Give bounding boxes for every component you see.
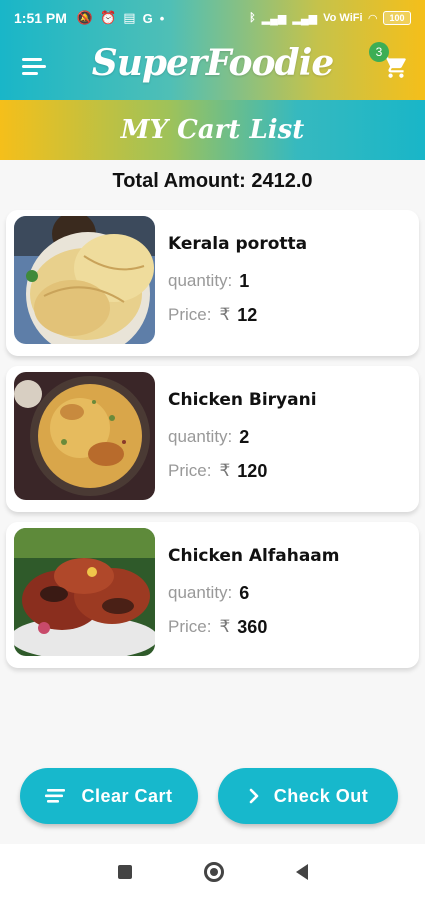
item-info: Kerala porotta quantity: 1 Price: ₹ 12 (168, 234, 307, 330)
rupee-icon: ₹ (219, 617, 231, 636)
checkout-label: Check Out (273, 785, 369, 806)
chevron-right-icon (249, 788, 259, 804)
price-label: Price: (168, 305, 212, 324)
page-title-bar: MY Cart List (0, 100, 425, 160)
google-icon: G (142, 10, 153, 26)
alarm-icon: ⏰ (100, 10, 117, 25)
home-icon[interactable] (203, 862, 224, 882)
system-nav-bar (0, 844, 425, 900)
quantity-label: quantity: (168, 583, 233, 602)
checkout-button[interactable]: Check Out (218, 768, 398, 824)
price-label: Price: (168, 461, 212, 480)
cart-button[interactable]: 3 (369, 42, 411, 78)
status-system-icons: ᛒ ▂▄▆ ▂▄▆ Vo WiFi ◠ 100 (249, 11, 411, 25)
price-value: 360 (237, 616, 268, 637)
wifi-icon: ◠ (368, 12, 377, 25)
status-bar: 1:51 PM 🔕 ⏰ ▤ G • ᛒ ▂▄▆ ▂▄▆ Vo WiFi ◠ 10… (0, 0, 425, 36)
battery-icon: 100 (383, 11, 411, 25)
page-title: MY Cart List (120, 115, 305, 145)
quantity-value: 1 (239, 270, 250, 291)
price-row: Price: ₹ 12 (168, 300, 307, 330)
cart-count-badge: 3 (369, 42, 389, 62)
quantity-label: quantity: (168, 427, 233, 446)
cart-item-list: Kerala porotta quantity: 1 Price: ₹ 12 C… (6, 210, 419, 678)
total-amount: Total Amount: 2412.0 (112, 170, 313, 192)
clear-list-icon (45, 789, 66, 803)
quantity-row: quantity: 6 (168, 578, 340, 608)
quantity-value: 6 (239, 582, 250, 603)
status-time: 1:51 PM (14, 10, 67, 26)
brand-logo: SuperFoodie (91, 42, 335, 84)
item-name: Chicken Alfahaam (168, 546, 340, 566)
message-icon: ▤ (123, 10, 136, 25)
network-label: Vo WiFi (323, 12, 363, 24)
item-name: Chicken Biryani (168, 390, 317, 410)
signal-icon: ▂▄▆ (261, 12, 287, 25)
dot-icon: • (159, 10, 165, 26)
item-info: Chicken Alfahaam quantity: 6 Price: ₹ 36… (168, 546, 340, 642)
food-image (14, 216, 155, 344)
food-image (14, 528, 155, 656)
quantity-label: quantity: (168, 271, 233, 290)
price-row: Price: ₹ 360 (168, 612, 340, 642)
price-value: 12 (237, 304, 258, 325)
quantity-value: 2 (239, 426, 250, 447)
cart-item-card[interactable]: Chicken Alfahaam quantity: 6 Price: ₹ 36… (6, 522, 419, 668)
clear-cart-label: Clear Cart (81, 785, 173, 806)
silent-bell-icon: 🔕 (76, 10, 94, 25)
price-value: 120 (237, 460, 268, 481)
quantity-row: quantity: 2 (168, 422, 317, 452)
rupee-icon: ₹ (219, 461, 231, 480)
item-name: Kerala porotta (168, 234, 308, 254)
signal-icon: ▂▄▆ (292, 12, 318, 25)
quantity-row: quantity: 1 (168, 266, 307, 296)
cart-item-card[interactable]: Chicken Biryani quantity: 2 Price: ₹ 120 (6, 366, 419, 512)
bluetooth-icon: ᛒ (249, 12, 256, 24)
status-notification-icons: 🔕 ⏰ ▤ G • (77, 10, 164, 26)
back-icon[interactable] (295, 864, 308, 880)
clear-cart-button[interactable]: Clear Cart (20, 768, 198, 824)
app-bar: SuperFoodie 3 (0, 36, 425, 100)
food-image (14, 372, 155, 500)
item-info: Chicken Biryani quantity: 2 Price: ₹ 120 (168, 390, 317, 486)
recent-apps-icon[interactable] (117, 865, 132, 879)
cart-item-card[interactable]: Kerala porotta quantity: 1 Price: ₹ 12 (6, 210, 419, 356)
price-row: Price: ₹ 120 (168, 456, 317, 486)
rupee-icon: ₹ (219, 305, 231, 324)
price-label: Price: (168, 617, 212, 636)
